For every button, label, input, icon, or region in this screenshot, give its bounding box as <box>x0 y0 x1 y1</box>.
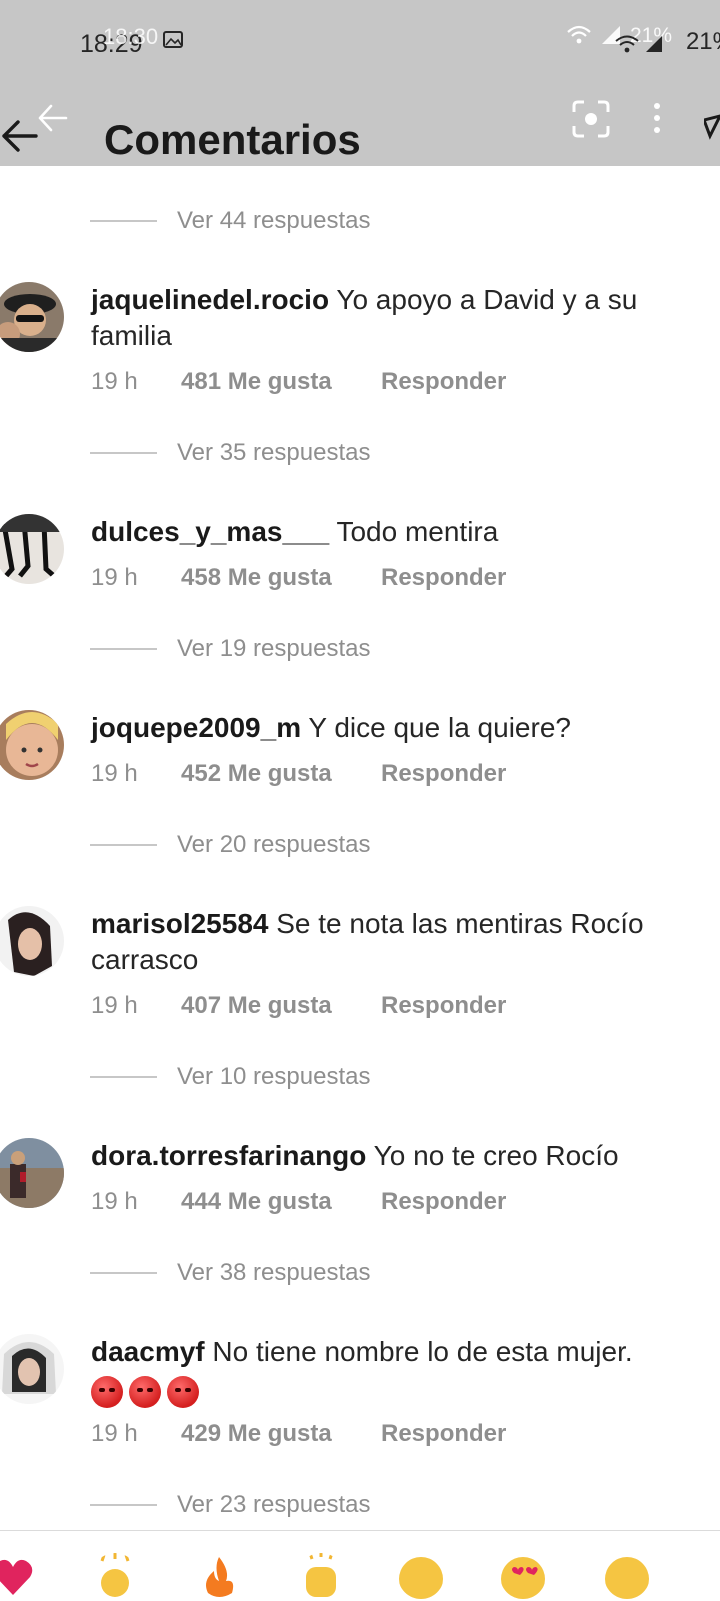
status-time-overlay: 18:30 <box>103 24 159 49</box>
view-replies-link[interactable]: Ver 20 respuestas <box>90 830 500 860</box>
reply-button[interactable]: Responder <box>381 564 506 592</box>
view-replies-link[interactable]: Ver 35 respuestas <box>90 438 500 468</box>
comment-username[interactable]: dora.torresfarinango <box>91 1140 366 1171</box>
comment-time: 19 h <box>91 1420 138 1447</box>
avatar[interactable] <box>0 514 64 584</box>
reply-button[interactable]: Responder <box>381 1188 506 1216</box>
thread-divider <box>90 648 157 650</box>
comment-time: 19 h <box>91 992 138 1019</box>
page-title: Comentarios <box>104 116 361 163</box>
reply-button[interactable]: Responder <box>381 368 506 396</box>
view-replies-label: Ver 44 respuestas <box>177 207 371 234</box>
heart-emoji-button[interactable] <box>0 1553 36 1599</box>
view-replies-link[interactable]: Ver 19 respuestas <box>90 634 500 664</box>
comment-time: 19 h <box>91 564 138 591</box>
reply-button[interactable]: Responder <box>381 760 506 788</box>
comment-meta: 19 h 407 Me gusta Responder <box>91 992 506 1020</box>
view-replies-label: Ver 20 respuestas <box>177 831 371 858</box>
comment-text: jaquelinedel.rocio Yo apoyo a David y a … <box>91 282 700 354</box>
fire-emoji-button[interactable] <box>196 1553 242 1599</box>
comment-username[interactable]: daacmyf <box>91 1336 205 1367</box>
avatar[interactable] <box>0 1138 64 1208</box>
avatar[interactable] <box>0 906 64 976</box>
likes-count[interactable]: 481 Me gusta <box>181 368 381 396</box>
comment-meta: 19 h 429 Me gusta Responder <box>91 1420 506 1448</box>
sad-face-emoji-button[interactable] <box>398 1553 444 1599</box>
comment-time: 19 h <box>91 1188 138 1215</box>
back-arrow-icon[interactable] <box>0 114 40 158</box>
scan-icon[interactable] <box>572 100 610 138</box>
comment-content: Y dice que la quiere? <box>308 712 571 743</box>
clap-emoji-button[interactable] <box>92 1553 138 1599</box>
view-replies-label: Ver 38 respuestas <box>177 1259 371 1286</box>
comment-username[interactable]: marisol25584 <box>91 908 268 939</box>
thread-divider <box>90 1504 157 1506</box>
signal-icon-secondary <box>646 36 662 52</box>
send-icon[interactable] <box>704 114 720 144</box>
surprised-face-emoji-button[interactable] <box>604 1553 650 1599</box>
thread-divider <box>90 220 157 222</box>
view-replies-link[interactable]: Ver 38 respuestas <box>90 1258 500 1288</box>
view-replies-label: Ver 35 respuestas <box>177 439 371 466</box>
view-replies-label: Ver 23 respuestas <box>177 1491 371 1518</box>
thread-divider <box>90 452 157 454</box>
avatar[interactable] <box>0 710 64 780</box>
comment-time: 19 h <box>91 760 138 787</box>
angry-face-icon <box>129 1375 161 1408</box>
emoji-row <box>91 1372 700 1408</box>
heart-eyes-emoji-button[interactable] <box>500 1553 546 1599</box>
thread-divider <box>90 1272 157 1274</box>
avatar[interactable] <box>0 282 64 352</box>
view-replies-link[interactable]: Ver 23 respuestas <box>90 1490 500 1520</box>
comment-meta: 19 h 458 Me gusta Responder <box>91 564 506 592</box>
raised-hands-emoji-button[interactable] <box>298 1553 344 1599</box>
comment-text: marisol25584 Se te nota las mentiras Roc… <box>91 906 700 978</box>
wifi-icon-secondary <box>615 35 639 53</box>
likes-count[interactable]: 452 Me gusta <box>181 760 381 788</box>
battery-percent: 21% <box>685 28 720 55</box>
top-bar: 18:29 18:30 21% 21% Comentarios <box>0 0 720 166</box>
likes-count[interactable]: 458 Me gusta <box>181 564 381 592</box>
comment-username[interactable]: dulces_y_mas___ <box>91 516 329 547</box>
comment-content: Todo mentira <box>336 516 499 547</box>
comment-time: 19 h <box>91 368 138 395</box>
gallery-icon <box>163 31 183 48</box>
comment-username[interactable]: joquepe2009_m <box>91 712 301 743</box>
comment-text: dulces_y_mas___ Todo mentira <box>91 514 700 550</box>
view-replies-link[interactable]: Ver 10 respuestas <box>90 1062 500 1092</box>
more-options-icon[interactable] <box>652 102 662 136</box>
thread-divider <box>90 1076 157 1078</box>
view-replies-label: Ver 19 respuestas <box>177 635 371 662</box>
comment-text: daacmyf No tiene nombre lo de esta mujer… <box>91 1334 700 1408</box>
comment-content: No tiene nombre lo de esta mujer. <box>212 1336 633 1367</box>
likes-count[interactable]: 444 Me gusta <box>181 1188 381 1216</box>
view-replies-link[interactable]: Ver 44 respuestas <box>90 206 500 236</box>
comment-text: joquepe2009_m Y dice que la quiere? <box>91 710 700 746</box>
comment-meta: 19 h 452 Me gusta Responder <box>91 760 506 788</box>
view-replies-label: Ver 10 respuestas <box>177 1063 371 1090</box>
angry-face-icon <box>91 1375 123 1408</box>
avatar[interactable] <box>0 1334 64 1404</box>
back-arrow-overlay-icon <box>38 104 68 132</box>
reply-button[interactable]: Responder <box>381 992 506 1020</box>
angry-face-icon <box>167 1375 199 1408</box>
reply-button[interactable]: Responder <box>381 1420 506 1448</box>
quick-reaction-bar <box>0 1530 720 1601</box>
thread-divider <box>90 844 157 846</box>
comment-content: Yo no te creo Rocío <box>373 1140 619 1171</box>
comment-meta: 19 h 481 Me gusta Responder <box>91 368 506 396</box>
comment-username[interactable]: jaquelinedel.rocio <box>91 284 329 315</box>
wifi-icon <box>567 25 591 44</box>
likes-count[interactable]: 407 Me gusta <box>181 992 381 1020</box>
likes-count[interactable]: 429 Me gusta <box>181 1420 381 1448</box>
comment-text: dora.torresfarinango Yo no te creo Rocío <box>91 1138 700 1174</box>
comment-meta: 19 h 444 Me gusta Responder <box>91 1188 506 1216</box>
